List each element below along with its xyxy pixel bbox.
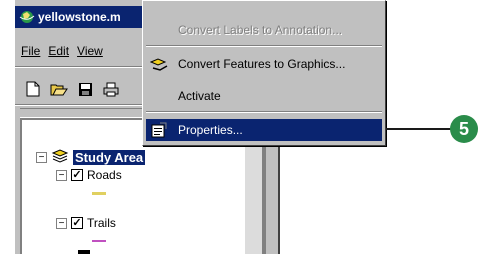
roads-symbol <box>92 192 106 195</box>
menu-item-label: Convert Features to Graphics... <box>178 57 346 71</box>
menu-item-properties[interactable]: Properties... <box>146 119 382 141</box>
menu-item-convert-labels[interactable]: Convert Labels to Annotation... <box>146 19 382 41</box>
menu-item-label: Activate <box>178 89 221 103</box>
layer-visibility-checkbox[interactable]: ✓ <box>71 169 83 181</box>
layer-name: Trails <box>87 216 116 230</box>
menu-item-label: Properties... <box>178 123 243 137</box>
data-frame-label: Study Area <box>73 150 146 165</box>
menu-file-label: File <box>21 44 41 58</box>
menu-item-label: Convert Labels to Annotation... <box>178 23 343 37</box>
open-folder-icon[interactable] <box>49 79 69 99</box>
menu-item-activate[interactable]: Activate <box>146 85 382 107</box>
menu-view-label: View <box>77 44 103 58</box>
menu-item-convert-features[interactable]: Convert Features to Graphics... <box>146 53 382 75</box>
menu-separator <box>146 45 382 47</box>
menu-separator <box>146 111 382 113</box>
context-menu: Convert Labels to Annotation... Convert … <box>142 0 386 146</box>
save-icon[interactable] <box>75 79 95 99</box>
window-title: yellowstone.m <box>38 10 121 24</box>
layer-name: Roads <box>87 168 122 182</box>
globe-icon <box>19 10 35 24</box>
menu-edit-label: Edit <box>48 44 70 58</box>
collapse-icon[interactable]: − <box>56 169 67 181</box>
data-frame-row[interactable]: − Study Area <box>36 149 146 166</box>
collapse-icon[interactable]: − <box>56 217 67 229</box>
checkbox-partial <box>78 250 90 254</box>
properties-icon <box>148 120 170 140</box>
callout-line <box>386 128 456 130</box>
print-icon[interactable] <box>101 79 121 99</box>
new-document-icon[interactable] <box>23 79 43 99</box>
menu-edit[interactable]: Edit <box>44 44 73 58</box>
menu-view[interactable]: View <box>73 44 107 58</box>
layer-row-partial <box>78 250 90 254</box>
convert-features-icon <box>148 54 170 74</box>
blank-icon <box>148 86 170 106</box>
trails-symbol <box>92 240 106 242</box>
menu-file[interactable]: File <box>17 44 44 58</box>
blank-icon <box>148 20 170 40</box>
step-number-badge: 5 <box>450 115 478 143</box>
collapse-icon[interactable]: − <box>36 152 47 163</box>
layer-row-trails[interactable]: − ✓ Trails <box>56 216 116 230</box>
layer-visibility-checkbox[interactable]: ✓ <box>71 217 83 229</box>
layer-row-roads[interactable]: − ✓ Roads <box>56 168 122 182</box>
layers-icon <box>51 149 69 166</box>
